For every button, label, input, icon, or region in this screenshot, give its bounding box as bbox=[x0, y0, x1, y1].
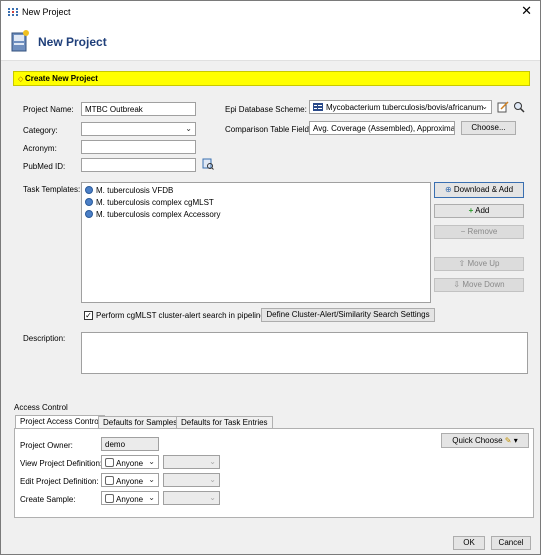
chevron-down-icon: ⌄ bbox=[481, 102, 488, 111]
chevron-down-icon: ⌄ bbox=[148, 493, 155, 502]
task-templates-list[interactable]: M. tuberculosis VFDB M. tuberculosis com… bbox=[81, 182, 431, 303]
category-label: Category: bbox=[23, 126, 58, 135]
list-item[interactable]: M. tuberculosis complex cgMLST bbox=[85, 198, 214, 207]
define-cluster-settings-button[interactable]: Define Cluster-Alert/Similarity Search S… bbox=[261, 308, 435, 322]
description-textarea[interactable] bbox=[81, 332, 528, 374]
owner-field: demo bbox=[101, 437, 159, 451]
pubmed-input[interactable] bbox=[81, 158, 196, 172]
download-add-button[interactable]: ⊕ Download & Add bbox=[434, 182, 524, 198]
project-name-label: Project Name: bbox=[23, 105, 74, 114]
chevron-down-icon: ⌄ bbox=[148, 457, 155, 466]
people-icon bbox=[105, 494, 114, 503]
list-item[interactable]: M. tuberculosis VFDB bbox=[85, 186, 173, 195]
comparison-fields-input[interactable]: Avg. Coverage (Assembled), Approximate bbox=[309, 121, 455, 135]
template-icon bbox=[85, 210, 93, 218]
people-icon bbox=[105, 476, 114, 485]
view-definition-label: View Project Definition: bbox=[20, 459, 103, 468]
chevron-down-icon: ⌄ bbox=[185, 124, 192, 133]
move-down-button[interactable]: ⇩ Move Down bbox=[434, 278, 524, 292]
chevron-down-icon: ⌄ bbox=[209, 457, 216, 466]
dialog-title: New Project bbox=[38, 35, 107, 49]
dialog-header: New Project bbox=[1, 23, 540, 61]
search-scheme-icon[interactable] bbox=[513, 101, 525, 113]
edit-definition-secondary-select: ⌄ bbox=[163, 473, 220, 487]
download-icon: ⊕ bbox=[444, 185, 452, 194]
chevron-down-icon: ▾ bbox=[513, 436, 518, 445]
edit-definition-label: Edit Project Definition: bbox=[20, 477, 99, 486]
minus-icon: − bbox=[460, 227, 466, 236]
list-item[interactable]: M. tuberculosis complex Accessory bbox=[85, 210, 221, 219]
pubmed-label: PubMed ID: bbox=[23, 162, 66, 171]
arrow-up-icon: ⇧ bbox=[458, 259, 466, 268]
window-title: New Project bbox=[22, 7, 71, 17]
comparison-fields-label: Comparison Table Fields: bbox=[225, 125, 316, 134]
project-folder-icon bbox=[11, 30, 29, 52]
view-definition-select[interactable]: Anyone ⌄ bbox=[101, 455, 159, 469]
chevron-down-icon: ⌄ bbox=[209, 475, 216, 484]
quick-choose-button[interactable]: Quick Choose ✎ ▾ bbox=[441, 433, 529, 448]
tab-project-access-control[interactable]: Project Access Control bbox=[15, 415, 106, 429]
owner-label: Project Owner: bbox=[20, 441, 73, 450]
remove-button[interactable]: − Remove bbox=[434, 225, 524, 239]
banner-text: Create New Project bbox=[25, 74, 98, 83]
create-sample-secondary-select: ⌄ bbox=[163, 491, 220, 505]
wand-icon: ✎ bbox=[504, 436, 512, 445]
plus-icon: + bbox=[468, 206, 474, 215]
edit-definition-select[interactable]: Anyone ⌄ bbox=[101, 473, 159, 487]
chevron-down-icon: ⌄ bbox=[148, 475, 155, 484]
description-label: Description: bbox=[23, 334, 66, 343]
category-select[interactable]: ⌄ bbox=[81, 122, 196, 136]
new-project-dialog: New Project ✕ New Project ◇ Create New P… bbox=[0, 0, 541, 555]
ok-button[interactable]: OK bbox=[453, 536, 485, 550]
access-control-title: Access Control bbox=[14, 403, 68, 412]
acronym-label: Acronym: bbox=[23, 144, 57, 153]
view-definition-secondary-select: ⌄ bbox=[163, 455, 220, 469]
title-bar: New Project ✕ bbox=[1, 1, 540, 23]
choose-button[interactable]: Choose... bbox=[461, 121, 516, 135]
edit-scheme-icon[interactable] bbox=[497, 101, 509, 113]
epi-scheme-select[interactable]: Mycobacterium tuberculosis/bovis/african… bbox=[309, 100, 492, 114]
app-icon bbox=[8, 8, 18, 16]
section-banner: ◇ Create New Project bbox=[13, 71, 530, 86]
people-icon bbox=[105, 458, 114, 467]
diamond-icon: ◇ bbox=[18, 76, 24, 83]
epi-scheme-label: Epi Database Scheme: bbox=[225, 105, 307, 114]
database-icon bbox=[313, 103, 323, 111]
close-icon[interactable]: ✕ bbox=[521, 4, 532, 18]
create-sample-label: Create Sample: bbox=[20, 495, 76, 504]
cluster-alert-label: Perform cgMLST cluster-alert search in p… bbox=[96, 311, 269, 320]
acronym-input[interactable] bbox=[81, 140, 196, 154]
cluster-alert-checkbox[interactable]: ✓ bbox=[84, 311, 93, 320]
template-icon bbox=[85, 198, 93, 206]
project-name-input[interactable]: MTBC Outbreak bbox=[81, 102, 196, 116]
pubmed-lookup-icon[interactable] bbox=[202, 158, 214, 170]
chevron-down-icon: ⌄ bbox=[209, 493, 216, 502]
create-sample-select[interactable]: Anyone ⌄ bbox=[101, 491, 159, 505]
cancel-button[interactable]: Cancel bbox=[491, 536, 531, 550]
move-up-button[interactable]: ⇧ Move Up bbox=[434, 257, 524, 271]
epi-scheme-value: Mycobacterium tuberculosis/bovis/african… bbox=[326, 103, 484, 112]
task-templates-label: Task Templates: bbox=[23, 185, 81, 194]
template-icon bbox=[85, 186, 93, 194]
add-button[interactable]: + Add bbox=[434, 204, 524, 218]
arrow-down-icon: ⇩ bbox=[453, 280, 461, 289]
